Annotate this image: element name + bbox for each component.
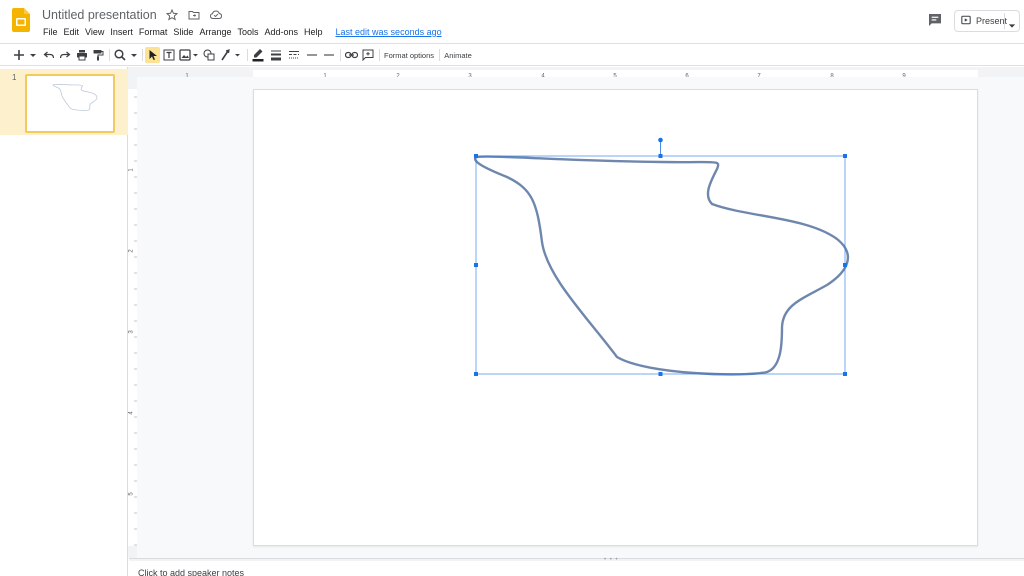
last-edit-link[interactable]: Last edit was seconds ago [336, 27, 442, 37]
text-box-icon[interactable] [162, 47, 176, 63]
new-slide-icon[interactable] [12, 47, 38, 63]
shape-layer [473, 137, 849, 376]
format-options-label: Format options [383, 50, 435, 60]
title-row: Untitled presentation [42, 6, 223, 24]
menu-help[interactable]: Help [301, 27, 326, 37]
editor-canvas[interactable] [137, 77, 1024, 558]
menu-tools[interactable]: Tools [234, 27, 261, 37]
ruler-corner [128, 67, 137, 77]
resize-handle-bottom-right[interactable] [843, 372, 847, 376]
toolbar-divider [109, 49, 110, 61]
vertical-ruler-scale: 12345 [128, 89, 137, 546]
comment-history-icon[interactable] [927, 12, 945, 28]
resize-handle-bottom[interactable] [658, 372, 663, 376]
slide-thumbnail[interactable] [25, 74, 115, 133]
menu-add-ons[interactable]: Add-ons [261, 27, 301, 37]
cloud-status-icon[interactable] [209, 8, 223, 22]
undo-icon[interactable] [42, 47, 56, 63]
header-bar: Untitled presentation File Edit View Ins… [0, 0, 1024, 42]
document-title[interactable]: Untitled presentation [42, 8, 157, 22]
comment-icon[interactable] [361, 47, 375, 63]
menu-view[interactable]: View [82, 27, 107, 37]
selection-box [475, 155, 846, 375]
menu-file[interactable]: File [40, 27, 61, 37]
animate-label: Animate [444, 50, 472, 60]
toolbar-divider [379, 49, 380, 61]
slide-number: 1 [12, 73, 17, 82]
present-button[interactable]: Present [954, 10, 1020, 32]
border-dash-icon[interactable] [287, 47, 301, 63]
menu-format[interactable]: Format [136, 27, 171, 37]
image-icon[interactable] [178, 47, 200, 63]
star-icon[interactable] [165, 8, 179, 22]
toolbar-divider [247, 49, 248, 61]
print-icon[interactable] [75, 47, 89, 63]
border-weight-icon[interactable] [269, 47, 283, 63]
toolbar-divider [340, 49, 341, 61]
resize-handle-top-right[interactable] [843, 154, 847, 158]
menu-bar: File Edit View Insert Format Slide Arran… [40, 25, 442, 39]
zoom-icon[interactable] [113, 47, 139, 63]
slides-logo-icon[interactable] [12, 8, 30, 32]
border-color-icon[interactable] [251, 47, 265, 63]
present-icon [961, 12, 971, 30]
menu-edit[interactable]: Edit [61, 27, 83, 37]
paint-format-icon[interactable] [91, 47, 105, 63]
present-dropdown-icon[interactable] [1008, 17, 1016, 35]
move-to-folder-icon[interactable] [187, 8, 201, 22]
rotation-handle[interactable] [658, 137, 663, 143]
freeform-shape[interactable] [473, 155, 849, 376]
thumbnail-shape [52, 84, 98, 111]
shape-icon[interactable] [202, 47, 216, 63]
present-divider [1004, 13, 1005, 29]
redo-icon[interactable] [58, 47, 72, 63]
animate-button[interactable]: Animate [442, 47, 474, 63]
speaker-notes-panel[interactable]: Click to add speaker notes [129, 561, 1024, 576]
vertical-ruler[interactable]: 12345 [128, 77, 137, 558]
resize-handle-left[interactable] [474, 263, 478, 267]
speaker-notes-placeholder[interactable]: Click to add speaker notes [138, 568, 244, 576]
resize-handle-bottom-left[interactable] [474, 372, 478, 376]
menu-insert[interactable]: Insert [107, 27, 136, 37]
horizontal-ruler[interactable]: 1123456789 [137, 67, 1024, 80]
resize-handle-right[interactable] [843, 263, 847, 267]
line-icon[interactable] [219, 47, 243, 63]
resize-handle-top-left[interactable] [474, 154, 478, 158]
menu-slide[interactable]: Slide [170, 27, 196, 37]
select-icon[interactable] [145, 47, 160, 63]
format-options-button[interactable]: Format options [382, 47, 436, 63]
link-icon[interactable] [344, 47, 358, 63]
menu-arrange[interactable]: Arrange [196, 27, 234, 37]
present-label: Present [976, 16, 1008, 26]
toolbar: Format options Animate [0, 43, 1024, 66]
line-start-icon[interactable] [305, 47, 319, 63]
resize-handle-top[interactable] [658, 154, 663, 158]
slide-filmstrip: 1 [0, 67, 128, 576]
line-end-icon[interactable] [322, 47, 336, 63]
toolbar-divider [142, 49, 143, 61]
filmstrip-slide-1[interactable]: 1 [0, 69, 128, 135]
toolbar-divider [439, 49, 440, 61]
